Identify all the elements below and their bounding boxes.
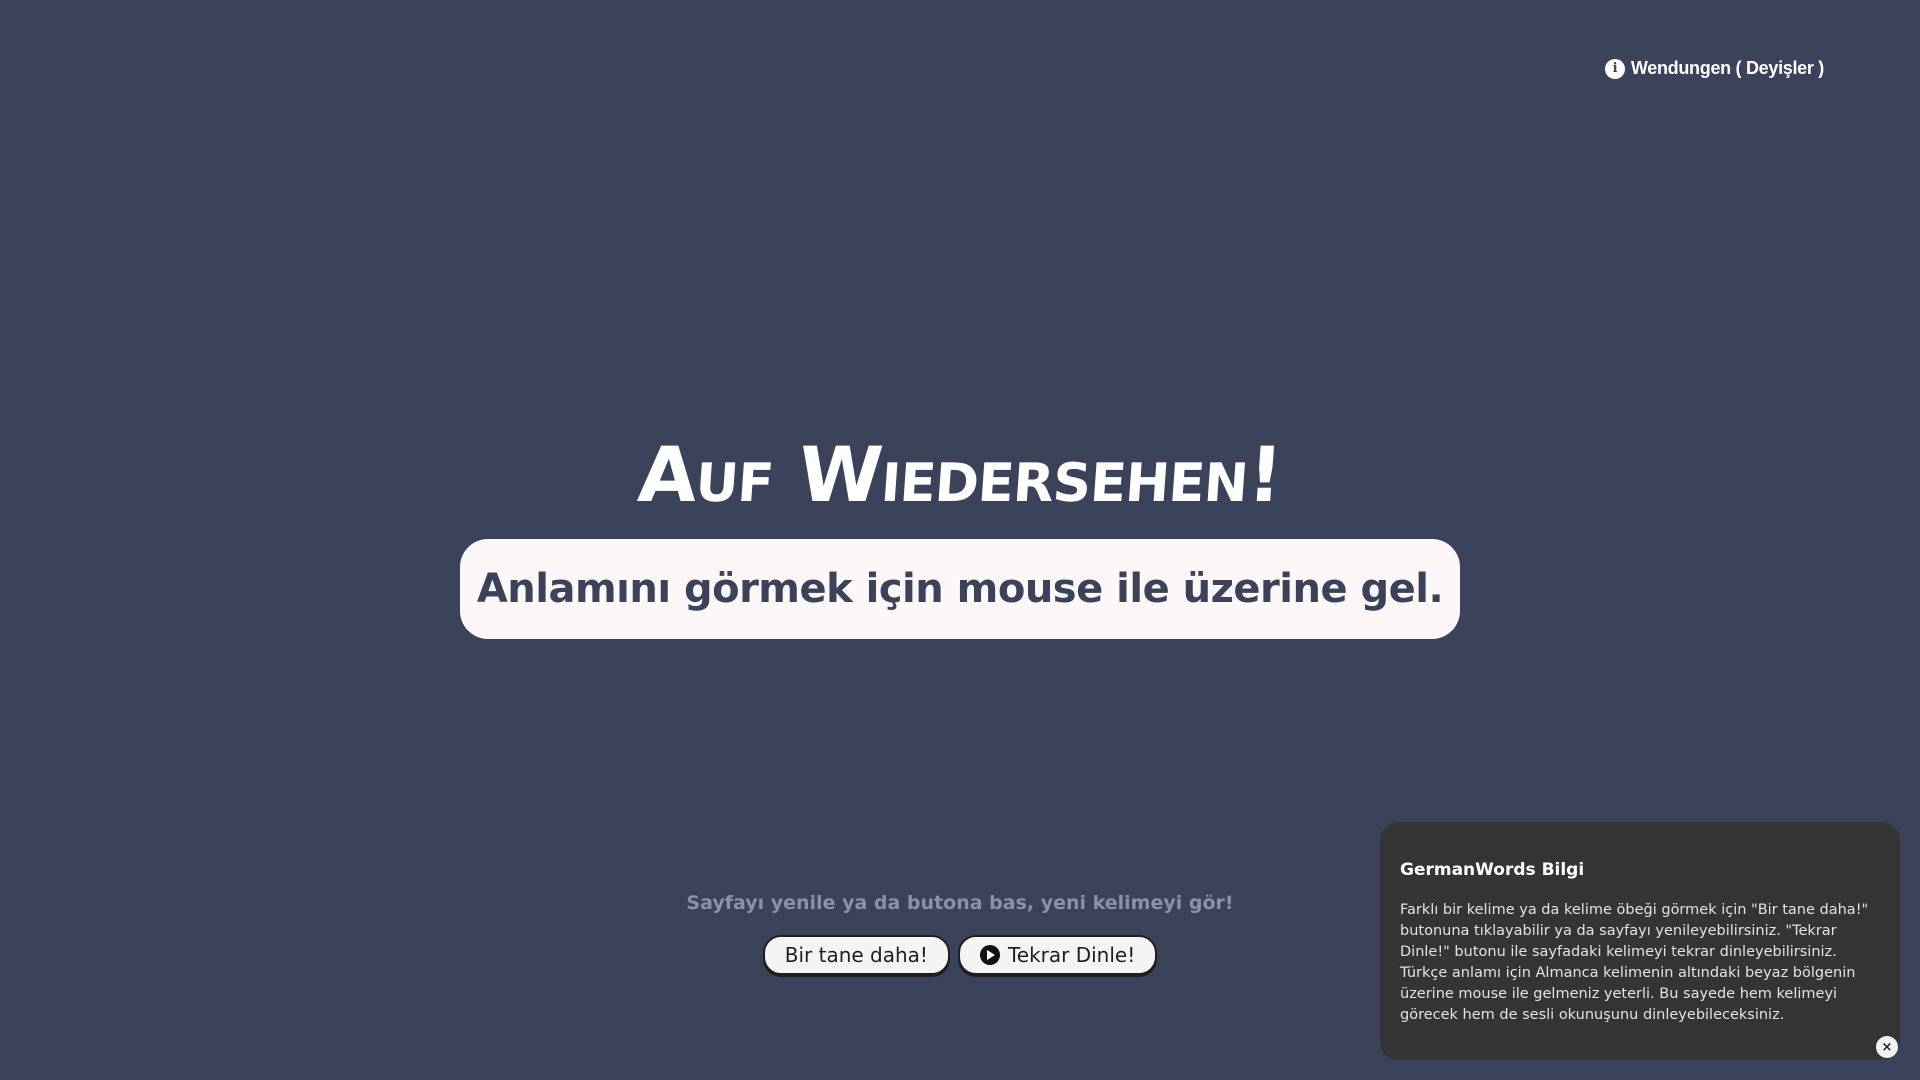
info-panel-title: GermanWords Bilgi bbox=[1400, 860, 1585, 880]
play-icon bbox=[979, 945, 1000, 965]
meaning-hover-area[interactable]: Anlamını görmek için mouse ile üzerine g… bbox=[460, 539, 1460, 639]
phrases-link[interactable]: i Wendungen ( Deyişler ) bbox=[1604, 58, 1824, 79]
meaning-prompt: Anlamını görmek için mouse ile üzerine g… bbox=[476, 566, 1444, 612]
page: i Wendungen ( Deyişler ) Auf Wiedersehen… bbox=[0, 0, 1920, 1080]
info-panel-body: Farklı bir kelime ya da kelime öbeği gör… bbox=[1400, 902, 1869, 1023]
info-panel: GermanWords Bilgi Farklı bir kelime ya d… bbox=[1380, 822, 1900, 1060]
german-word: Auf Wiedersehen! bbox=[635, 430, 1285, 519]
next-word-button-label: Bir tane daha! bbox=[784, 943, 928, 967]
info-icon: i bbox=[1604, 58, 1625, 79]
phrases-link-label: Wendungen ( Deyişler ) bbox=[1630, 58, 1824, 78]
replay-button-label: Tekrar Dinle! bbox=[1007, 943, 1136, 967]
replay-button[interactable]: Tekrar Dinle! bbox=[957, 935, 1158, 975]
next-word-button[interactable]: Bir tane daha! bbox=[762, 935, 950, 975]
close-icon[interactable]: × bbox=[1876, 1036, 1898, 1058]
